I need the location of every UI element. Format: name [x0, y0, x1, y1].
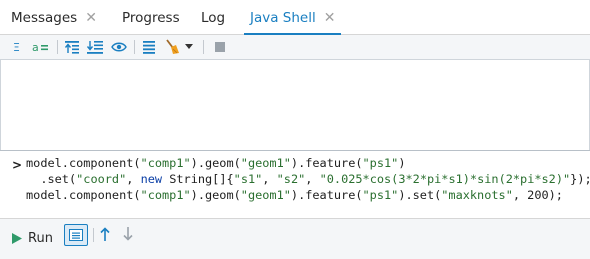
tab-progress[interactable]: Progress — [122, 0, 180, 34]
tab-log[interactable]: Log — [201, 0, 225, 34]
code-token: ).feature( — [290, 156, 363, 170]
code-string: "coord" — [76, 172, 127, 186]
move-down-icon[interactable] — [86, 39, 104, 55]
code-token: model.component( — [26, 188, 141, 202]
stop-icon[interactable] — [214, 39, 226, 55]
prompt-marker: > — [12, 158, 23, 172]
code-string: "0.025*cos(3*2*pi*s1)*sin(2*pi*s2)" — [319, 172, 571, 186]
toggle-output-button[interactable] — [64, 224, 88, 246]
code-keyword: new — [140, 172, 163, 186]
tab-log-label: Log — [201, 10, 226, 26]
tab-bar: Messages ✕ Progress Log Java Shell ✕ — [0, 0, 590, 35]
code-string: "s2" — [276, 172, 306, 186]
console-icon — [69, 229, 83, 241]
code-token: .set( — [26, 172, 77, 186]
code-string: "s1" — [233, 172, 263, 186]
code-token: ).geom( — [190, 188, 241, 202]
svg-text:a: a — [32, 41, 39, 54]
view-icon[interactable] — [111, 39, 127, 55]
code-token: }); — [570, 172, 590, 186]
shell-toolbar: Ξ a — [0, 35, 590, 60]
text-format-icon[interactable]: Ξ — [12, 39, 28, 55]
svg-text:Ξ: Ξ — [13, 41, 20, 54]
code-token: , — [126, 172, 141, 186]
run-button[interactable]: Run — [12, 228, 53, 248]
history-down-icon[interactable] — [123, 227, 133, 245]
toolbar-separator — [57, 40, 58, 54]
code-token: , 200); — [512, 188, 563, 202]
code-token: , — [305, 172, 320, 186]
word-wrap-icon[interactable]: a — [32, 39, 50, 55]
code-string: "ps1" — [362, 188, 399, 202]
close-icon[interactable]: ✕ — [324, 10, 336, 26]
code-token: ).feature( — [290, 188, 363, 202]
play-icon — [12, 232, 22, 244]
run-bar: Run — [0, 218, 590, 259]
code-token: ) — [398, 156, 406, 170]
code-token: ).set( — [398, 188, 442, 202]
tab-messages-label: Messages — [11, 10, 78, 26]
tab-messages[interactable]: Messages ✕ — [11, 0, 97, 34]
code-token: model.component( — [26, 156, 141, 170]
history-up-icon[interactable] — [100, 227, 110, 245]
shell-editor[interactable]: > model.component("comp1").geom("geom1")… — [0, 150, 590, 217]
tab-progress-label: Progress — [122, 10, 180, 26]
clear-broom-icon[interactable] — [163, 39, 181, 55]
code-token: ).geom( — [190, 156, 241, 170]
dropdown-arrow-icon[interactable] — [184, 39, 194, 55]
shell-output[interactable] — [0, 60, 590, 151]
toolbar-separator — [134, 40, 135, 54]
toolbar-separator — [203, 40, 204, 54]
code-string: "ps1" — [362, 156, 399, 170]
toolbar-separator — [93, 228, 94, 242]
tab-java-shell-label: Java Shell — [250, 10, 316, 26]
code-token: String[]{ — [162, 172, 234, 186]
close-icon[interactable]: ✕ — [85, 10, 97, 26]
code-string: "comp1" — [140, 188, 191, 202]
list-icon[interactable] — [141, 39, 157, 55]
run-label: Run — [28, 230, 53, 246]
code-string: "maxknots" — [441, 188, 513, 202]
code-string: "geom1" — [240, 188, 291, 202]
move-up-icon[interactable] — [64, 39, 80, 55]
code-string: "geom1" — [240, 156, 291, 170]
tab-java-shell[interactable]: Java Shell ✕ — [243, 0, 343, 35]
code-string: "comp1" — [140, 156, 191, 170]
code-text[interactable]: model.component("comp1").geom("geom1").f… — [26, 155, 590, 203]
code-token: , — [262, 172, 277, 186]
